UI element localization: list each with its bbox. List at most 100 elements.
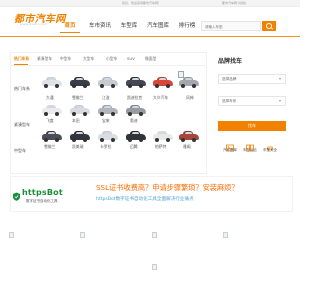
httpsbot-logo-icon — [12, 186, 21, 201]
catalog-icon[interactable] — [266, 137, 274, 151]
logo-url: www.dushi.com — [20, 22, 48, 26]
brand-select-value: 选择品牌 — [222, 77, 237, 81]
car-wheel — [111, 138, 115, 142]
car-wheel — [192, 138, 196, 142]
car-wheel — [128, 138, 132, 142]
broken-image-icon — [9, 232, 14, 238]
series-select[interactable]: 选择车系 — [218, 96, 286, 106]
car-wheel — [181, 138, 185, 142]
car-wheel — [100, 112, 104, 116]
car-image[interactable] — [97, 130, 119, 142]
broken-image-icon — [152, 232, 157, 238]
car-name[interactable]: 江淮 — [102, 95, 110, 101]
car-image[interactable] — [97, 104, 119, 116]
car-wheel — [55, 138, 59, 142]
car-image[interactable] — [125, 130, 147, 142]
car-wheel — [55, 84, 59, 88]
car-wheel — [139, 84, 143, 88]
car-wheel — [181, 84, 185, 88]
nav-ranking[interactable]: 排行榜 — [176, 21, 198, 32]
car-wheel — [192, 84, 196, 88]
car-wheel — [128, 112, 132, 116]
car-name[interactable]: 帕萨特 — [155, 144, 166, 150]
chevron-down-icon — [279, 100, 281, 102]
car-name[interactable]: 雪佛兰 — [72, 95, 83, 101]
tool-label-gallery[interactable]: 汽车图库 — [220, 148, 240, 153]
car-image[interactable] — [41, 104, 63, 116]
car-wheel — [72, 112, 76, 116]
brand-select[interactable]: 选择品牌 — [218, 74, 286, 84]
car-wheel — [55, 112, 59, 116]
tab-hot-models[interactable]: 热门车系 — [14, 54, 29, 64]
car-name[interactable]: 本田 — [72, 118, 80, 124]
car-image[interactable] — [97, 76, 119, 88]
broken-image-icon — [178, 71, 184, 78]
car-wheel — [83, 138, 87, 142]
gallery-icon[interactable] — [226, 137, 234, 152]
car-name[interactable]: 凯美瑞 — [72, 144, 83, 150]
car-wheel — [139, 138, 143, 142]
car-name[interactable]: 迈腾 — [130, 144, 138, 150]
tool-label-compare[interactable]: 车型对比 — [240, 148, 260, 153]
car-image[interactable] — [69, 104, 91, 116]
broken-image-icon — [152, 264, 157, 270]
search-input[interactable] — [205, 23, 255, 30]
car-image[interactable] — [125, 76, 147, 88]
tab-minivan[interactable]: 微面型 — [145, 54, 156, 64]
car-wheel — [83, 84, 87, 88]
car-name[interactable]: 大众汽车 — [153, 95, 168, 101]
nav-news[interactable]: 车市资讯 — [87, 21, 113, 32]
car-name[interactable]: 风神 — [186, 95, 194, 101]
car-wheel — [72, 138, 76, 142]
nav-home[interactable]: 首页 — [60, 21, 80, 32]
site-switch-link[interactable]: 都市汽车网 [切换] — [222, 0, 246, 6]
nav-active-indicator — [60, 32, 80, 33]
tab-large[interactable]: 大型车 — [83, 54, 94, 64]
car-name[interactable]: 雪佛兰 — [44, 144, 55, 150]
nav-models[interactable]: 车型库 — [118, 21, 140, 32]
tab-midsize[interactable]: 中型车 — [60, 54, 71, 64]
car-name[interactable]: 飞度 — [46, 118, 54, 124]
tab-compact[interactable]: 紧凑型车 — [37, 54, 52, 64]
category-label: 中型车 — [14, 148, 26, 153]
compare-icon[interactable] — [246, 137, 254, 152]
car-name[interactable]: 宝来 — [102, 118, 110, 124]
tool-label-catalog[interactable]: 车型大全 — [260, 148, 280, 153]
car-image[interactable] — [178, 130, 200, 142]
chevron-down-icon — [279, 78, 281, 80]
car-wheel — [72, 84, 76, 88]
tab-small[interactable]: 小型车 — [106, 54, 117, 64]
ad-tagline: 数字证书自动化工具 — [26, 199, 58, 203]
car-wheel — [128, 84, 132, 88]
tab-suv[interactable]: SUV — [127, 54, 135, 64]
car-wheel — [111, 84, 115, 88]
category-label: 紧凑型车 — [14, 122, 30, 127]
series-select-value: 选择车系 — [222, 99, 237, 103]
header-divider — [0, 36, 300, 37]
car-wheel — [100, 138, 104, 142]
nav-gallery[interactable]: 汽车图库 — [145, 21, 171, 32]
category-label: 热门车系 — [14, 86, 30, 91]
car-image[interactable] — [152, 130, 174, 142]
car-image[interactable] — [41, 130, 63, 142]
car-name[interactable]: 雅阁 — [183, 144, 191, 150]
car-wheel — [166, 84, 170, 88]
car-image[interactable] — [125, 104, 147, 116]
tab-divider — [10, 65, 205, 66]
car-image[interactable] — [41, 76, 63, 88]
car-image[interactable] — [69, 76, 91, 88]
car-wheel — [44, 138, 48, 142]
broken-image-icon — [80, 232, 85, 238]
search-button[interactable] — [262, 21, 276, 31]
find-car-button[interactable]: 找车 — [218, 121, 286, 131]
car-image[interactable] — [69, 130, 91, 142]
car-image[interactable] — [152, 76, 174, 88]
car-name[interactable]: 卡罗拉 — [100, 144, 111, 150]
car-wheel — [166, 138, 170, 142]
car-name[interactable]: 奥迪 — [130, 118, 138, 124]
car-name[interactable]: 大通 — [46, 95, 54, 101]
search-box[interactable] — [201, 21, 261, 31]
car-name[interactable]: 凯迪拉克 — [127, 95, 142, 101]
welcome-text: 您好，欢迎来到都市汽车网！ — [122, 1, 162, 5]
top-strip: 您好，欢迎来到都市汽车网！ 都市汽车网 [切换] — [0, 0, 300, 7]
